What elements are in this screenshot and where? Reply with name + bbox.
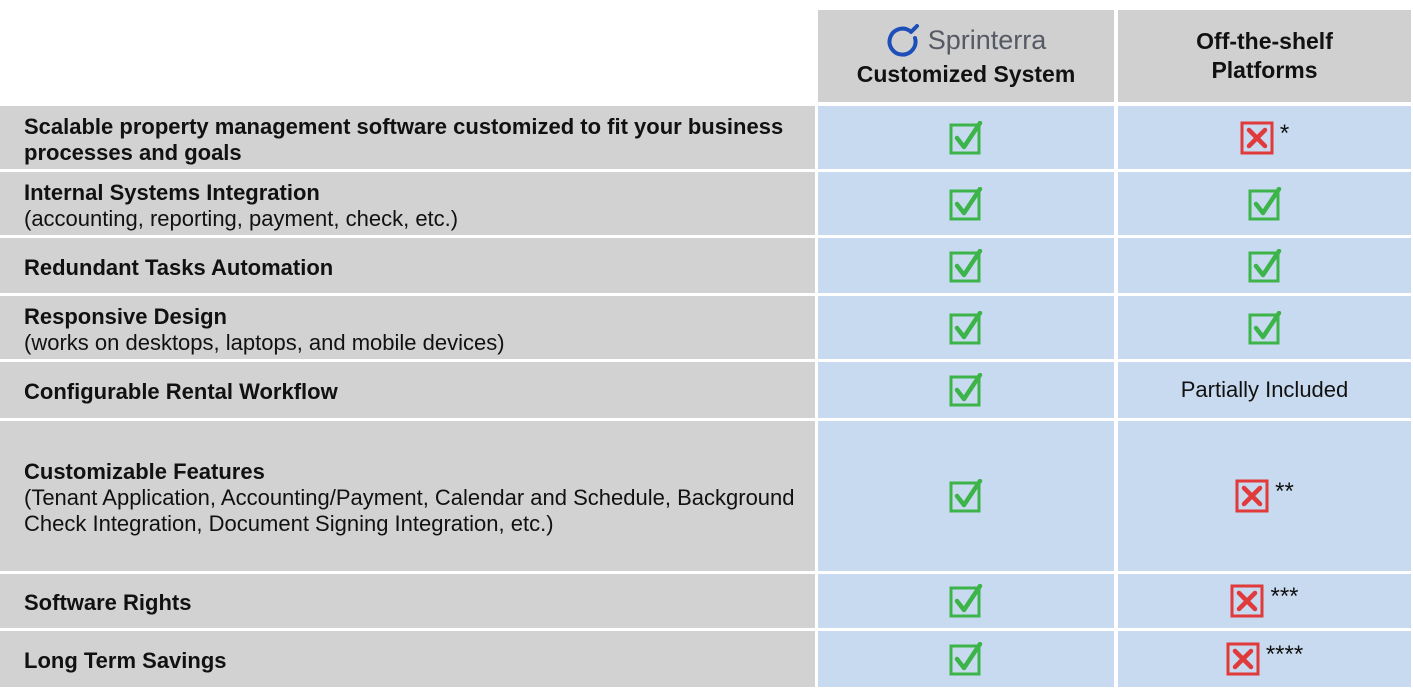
check-icon [949,248,983,282]
feature-title: Long Term Savings [24,648,227,673]
feature-title: Redundant Tasks Automation [24,254,334,280]
feature-cell: Responsive Design (works on desktops, lap… [0,296,815,359]
table-row: Long Term Savings **** [0,631,1413,687]
customized-value-cell [818,362,1114,418]
feature-title: Configurable Rental Workflow [24,379,338,404]
feature-title: Internal Systems Integration [24,179,320,205]
header-customized-system: Sprinterra Customized System [818,10,1114,102]
brand-name: Sprinterra [927,25,1047,55]
check-icon [1248,248,1281,282]
cross-icon [1230,584,1264,618]
check-icon [949,373,983,407]
feature-cell: Configurable Rental Workflow [0,362,815,418]
offshelf-value-cell: * [1118,106,1411,169]
sprinterra-logo-icon [887,23,919,57]
customized-value-cell [818,631,1114,687]
feature-cell: Long Term Savings [0,631,815,687]
col-offshelf-line1: Off-the-shelf [1196,28,1333,54]
table-row: Software Rights *** [0,574,1413,628]
footnote-marker: ** [1275,478,1294,505]
table-row: Responsive Design (works on desktops, lap… [0,296,1413,359]
feature-title: Scalable property management software cu… [24,113,784,165]
feature-title: Software Rights [24,590,192,615]
feature-subtitle: (works on desktops, laptops, and mobile … [24,329,505,355]
offshelf-value-cell [1118,238,1411,293]
customized-value-cell [818,238,1114,293]
footnote-marker: *** [1270,583,1299,610]
check-icon [949,310,983,344]
check-icon [949,120,983,154]
offshelf-value-cell: **** [1118,631,1411,687]
customized-value-cell [818,172,1114,235]
footnote-marker: * [1279,119,1290,147]
check-icon [1248,310,1281,344]
feature-cell: Redundant Tasks Automation [0,238,815,293]
cross-icon [1226,642,1260,676]
offshelf-value-cell: *** [1118,574,1411,628]
offshelf-value-cell [1118,172,1411,235]
feature-title: Responsive Design [24,303,227,329]
table-row: Scalable property management software cu… [0,106,1413,169]
feature-title: Customizable Features [24,459,265,484]
footnote-marker: **** [1265,641,1304,668]
col-customized-label: Customized System [856,60,1076,87]
customized-value-cell [818,574,1114,628]
customized-value-cell [818,296,1114,359]
table-row: Redundant Tasks Automation [0,238,1413,293]
header-offshelf-platforms: Off-the-shelf Platforms [1118,10,1411,102]
table-row: Internal Systems Integration (accounting,… [0,172,1413,235]
cross-icon [1235,479,1269,513]
feature-subtitle: (Tenant Application, Accounting/Payment,… [24,485,795,536]
feature-cell: Customizable Features (Tenant Application… [0,421,815,571]
customized-value-cell [818,106,1114,169]
sprinterra-logo: Sprinterra [886,23,1047,58]
partial-label: Partially Included [1180,377,1349,402]
col-offshelf-line2: Platforms [1211,57,1318,83]
feature-cell: Internal Systems Integration (accounting,… [0,172,815,235]
table-row: Customizable Features (Tenant Application… [0,421,1413,571]
check-icon [949,186,983,220]
offshelf-value-cell: Partially Included [1118,362,1411,418]
check-icon [949,584,983,618]
check-icon [949,642,983,676]
cross-icon [1240,121,1274,154]
feature-cell: Software Rights [0,574,815,628]
feature-subtitle: (accounting, reporting, payment, check, … [24,205,459,231]
check-icon [949,479,983,513]
check-icon [1248,186,1281,220]
offshelf-value-cell [1118,296,1411,359]
feature-cell: Scalable property management software cu… [0,106,815,169]
offshelf-value-cell: ** [1118,421,1411,571]
table-row: Configurable Rental Workflow Partially In… [0,362,1413,418]
customized-value-cell [818,421,1114,571]
